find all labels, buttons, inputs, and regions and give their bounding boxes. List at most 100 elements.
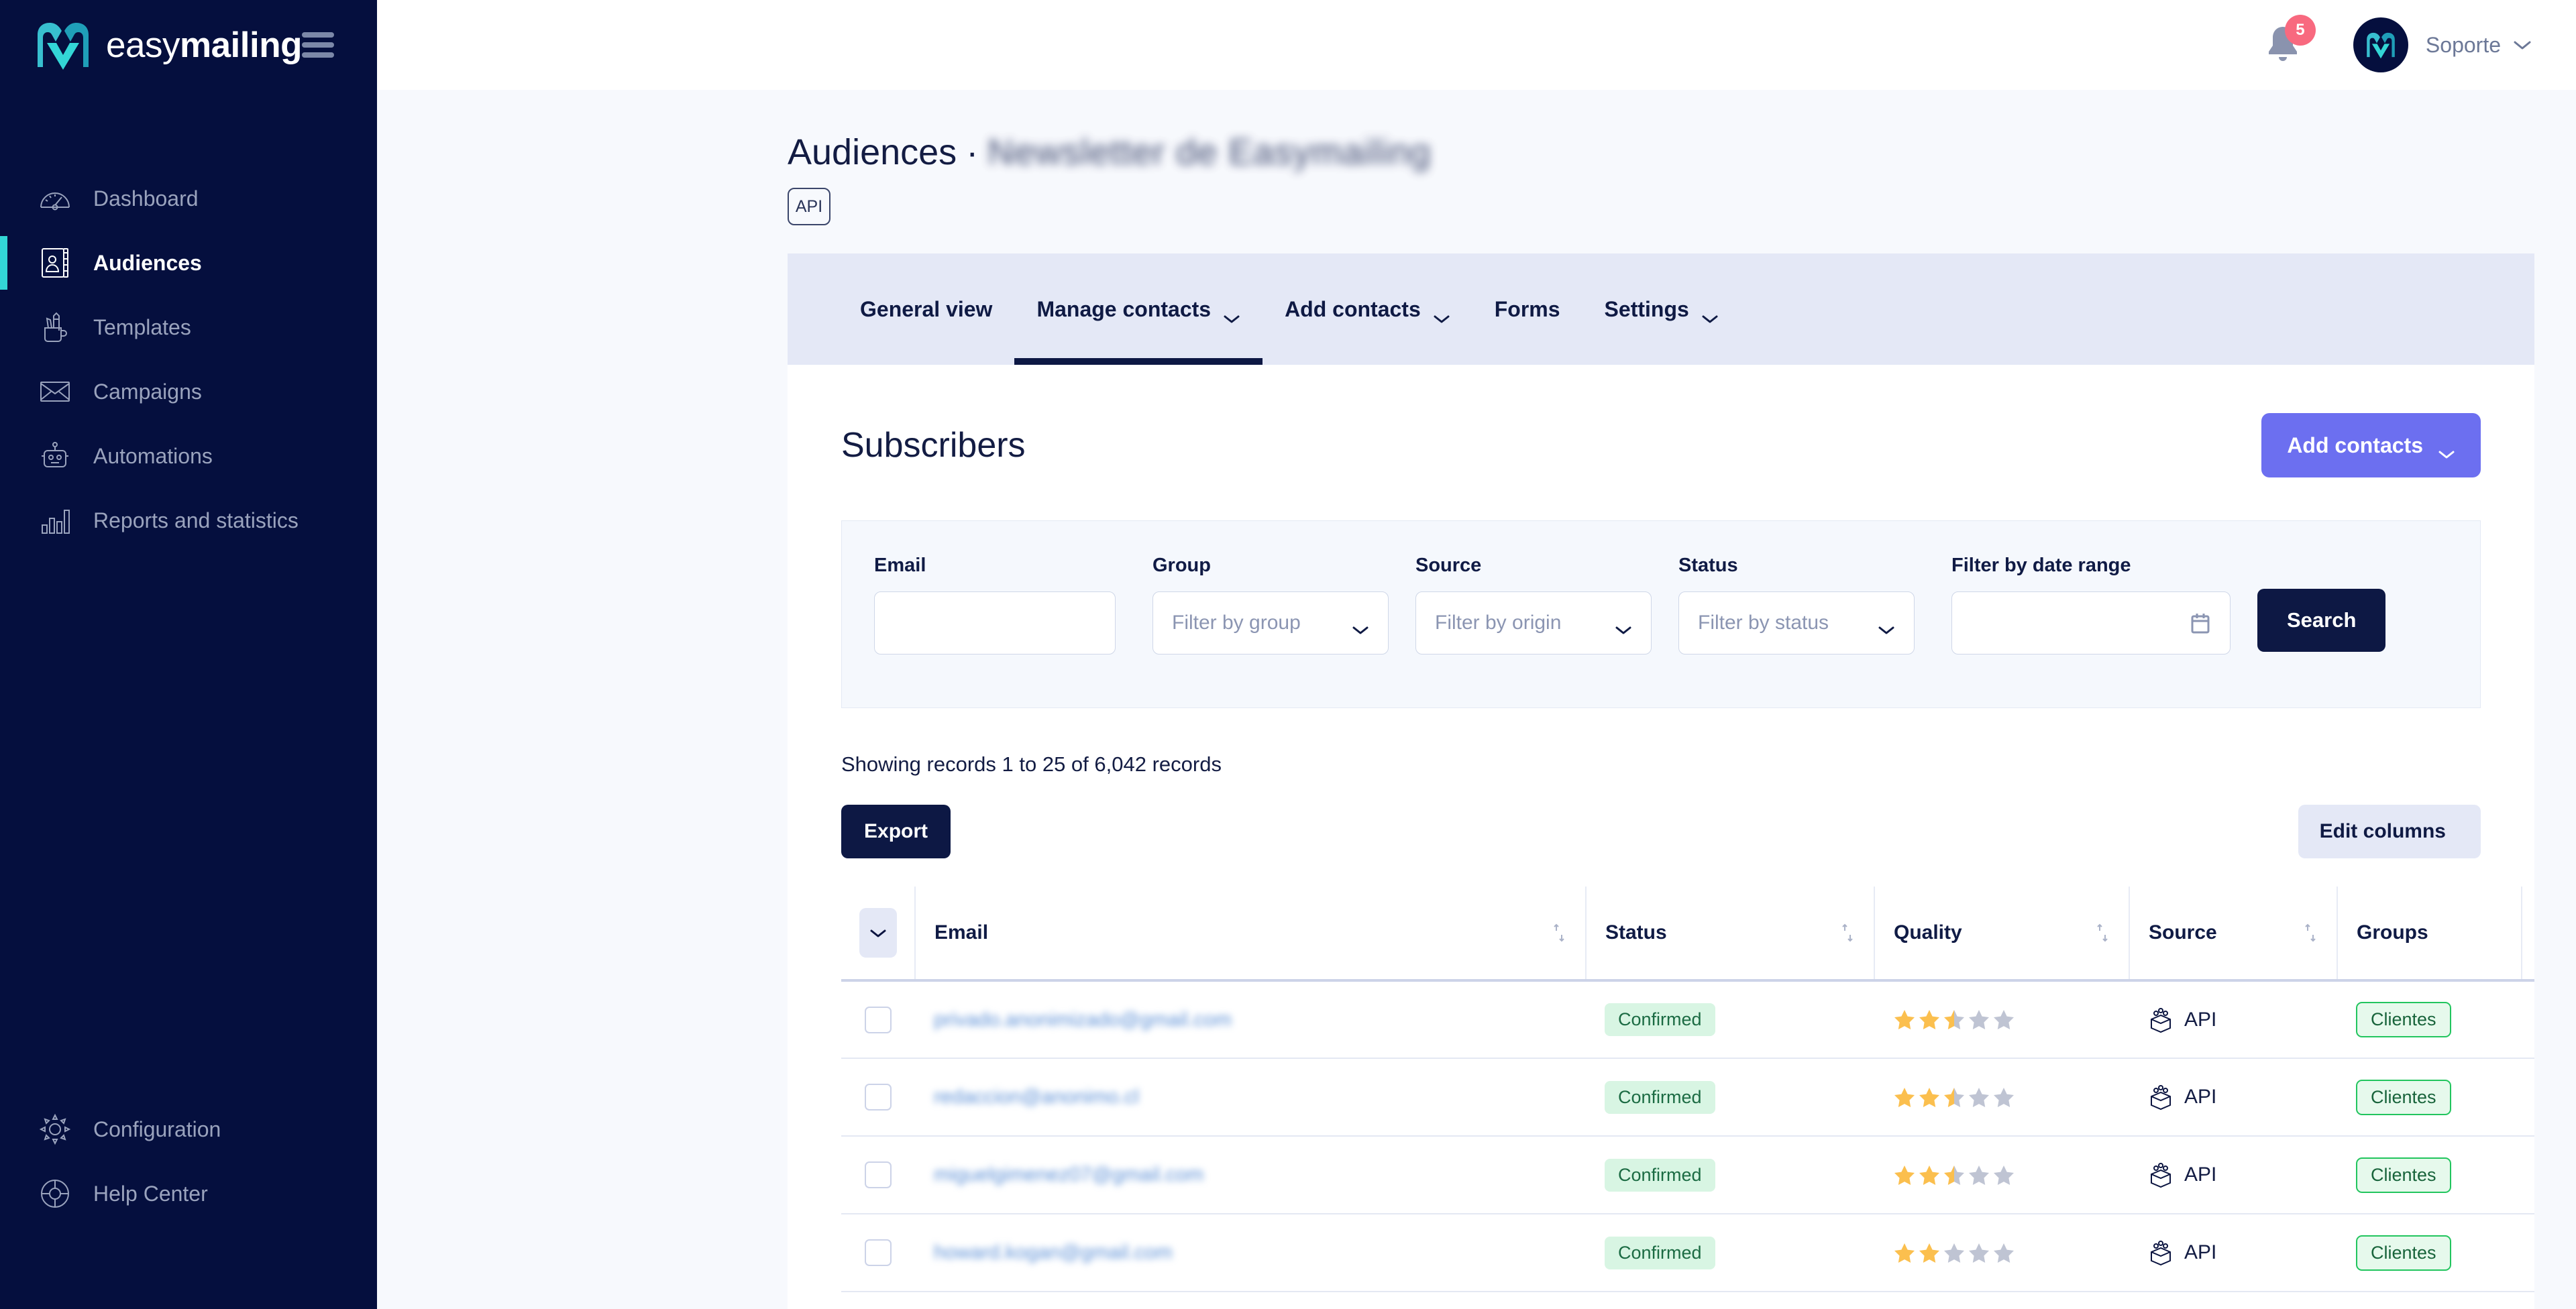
quality-rating [1893, 1164, 2015, 1186]
tab-settings[interactable]: Settings [1582, 253, 1741, 365]
edit-columns-button[interactable]: Edit columns [2298, 805, 2481, 858]
sort-icon [1552, 923, 1566, 943]
pencil-cup-icon [37, 309, 73, 345]
app-root: easymailing Dashboard Audiences Template… [0, 0, 2576, 1309]
sidebar-item-label: Templates [93, 315, 191, 339]
sidebar-item-campaigns[interactable]: Campaigns [0, 359, 377, 424]
sidebar-item-label: Configuration [93, 1117, 221, 1141]
row-checkbox[interactable] [865, 1006, 892, 1033]
sidebar-item-audiences[interactable]: Audiences [0, 231, 377, 295]
sidebar-item-help-center[interactable]: Help Center [0, 1161, 377, 1226]
package-icon [2148, 1239, 2174, 1266]
cell-created-date: Jan 22, 2023 [2522, 1214, 2534, 1292]
sidebar-item-automations[interactable]: Automations [0, 424, 377, 488]
quality-rating [1893, 1242, 2015, 1264]
status-badge: Confirmed [1605, 1158, 1715, 1192]
email-link[interactable]: miguelgimenez07@gmail.com [934, 1163, 1203, 1186]
quality-rating [1893, 1086, 2015, 1108]
export-button[interactable]: Export [841, 805, 951, 858]
brand-word-light: easy [106, 25, 180, 65]
sidebar-item-configuration[interactable]: Configuration [0, 1097, 377, 1161]
star-icon [1994, 1243, 2014, 1263]
table-row[interactable]: howard.kogan@gmail.com Confirmed API Cli… [841, 1214, 2534, 1292]
column-header-label: Source [2149, 921, 2217, 944]
email-input[interactable] [874, 591, 1116, 654]
cell-groups: Clientes [2337, 980, 2522, 1059]
column-header-email[interactable]: Email [915, 887, 1587, 982]
group-badge: Clientes [2356, 1157, 2451, 1193]
table-row[interactable]: ac.mido@mail.com Confirmed API Clientes … [841, 1292, 2534, 1309]
cell-email: miguelgimenez07@gmail.com [915, 1136, 1586, 1214]
chevron-down-icon[interactable] [2513, 40, 2532, 50]
select-all-dropdown[interactable] [859, 908, 897, 958]
email-link[interactable]: howard.kogan@gmail.com [934, 1241, 1173, 1264]
easymailing-m-logo-icon [35, 20, 91, 70]
package-icon [2148, 1084, 2174, 1111]
star-icon [1994, 1010, 2014, 1029]
filter-email: Email [874, 555, 1116, 654]
tab-label: Add contacts [1285, 296, 1421, 321]
source-select-value: Filter by origin [1435, 612, 1562, 634]
table-row[interactable]: privado.anonimizado@gmail.com Confirmed … [841, 980, 2534, 1059]
tab-forms[interactable]: Forms [1472, 253, 1582, 365]
column-header-select [841, 887, 916, 982]
group-badge: Clientes [2356, 1079, 2451, 1115]
group-select[interactable]: Filter by group [1152, 591, 1389, 654]
table-row[interactable]: redaccion@anonimo.cl Confirmed API Clien… [841, 1058, 2534, 1137]
add-contacts-button-label: Add contacts [2287, 433, 2423, 457]
cell-source: API [2129, 1214, 2337, 1292]
source-select[interactable]: Filter by origin [1415, 591, 1652, 654]
edit-columns-label: Edit columns [2319, 820, 2446, 842]
menu-toggle-icon[interactable] [302, 32, 334, 58]
add-contacts-button[interactable]: Add contacts [2261, 413, 2481, 477]
cell-select [841, 1292, 915, 1309]
page-section-title: Subscribers [841, 426, 1026, 465]
star-icon [1919, 1010, 1939, 1029]
row-checkbox[interactable] [865, 1239, 892, 1266]
status-badge: Confirmed [1605, 1080, 1715, 1114]
column-header-label: Groups [2357, 921, 2428, 944]
filter-group: Group Filter by group [1152, 555, 1389, 654]
tab-general-view[interactable]: General view [838, 253, 1014, 365]
sidebar-item-templates[interactable]: Templates [0, 295, 377, 359]
sidebar-item-label: Help Center [93, 1181, 208, 1206]
table-row[interactable]: miguelgimenez07@gmail.com Confirmed API … [841, 1136, 2534, 1214]
sidebar-item-label: Reports and statistics [93, 508, 299, 532]
row-checkbox[interactable] [865, 1084, 892, 1111]
search-button[interactable]: Search [2257, 589, 2386, 652]
tab-manage-contacts[interactable]: Manage contacts [1014, 253, 1263, 365]
star-icon [1969, 1087, 1989, 1107]
sidebar: easymailing Dashboard Audiences Template… [0, 0, 377, 1309]
cell-select [841, 1058, 915, 1137]
column-header-created-date[interactable]: Created date [2522, 887, 2534, 982]
email-link[interactable]: privado.anonimizado@gmail.com [934, 1009, 1232, 1031]
star-icon [1994, 1165, 2014, 1185]
column-header-source[interactable]: Source [2129, 887, 2338, 982]
column-header-status[interactable]: Status [1586, 887, 1875, 982]
column-header-groups: Groups [2337, 887, 2522, 982]
notifications-button[interactable]: 5 [2262, 15, 2316, 67]
avatar[interactable] [2353, 17, 2408, 72]
topbar: 5 Soporte [377, 0, 2576, 90]
status-select[interactable]: Filter by status [1678, 591, 1915, 654]
cell-email: redaccion@anonimo.cl [915, 1058, 1586, 1137]
sidebar-item-reports-and-statistics[interactable]: Reports and statistics [0, 488, 377, 553]
email-link[interactable]: redaccion@anonimo.cl [934, 1086, 1139, 1108]
date-range-input[interactable] [1951, 591, 2231, 654]
cell-select [841, 1136, 915, 1214]
contact-book-icon [37, 245, 73, 281]
sidebar-item-dashboard[interactable]: Dashboard [0, 166, 377, 231]
tab-add-contacts[interactable]: Add contacts [1263, 253, 1472, 365]
gauge-icon [37, 180, 73, 217]
records-summary: Showing records 1 to 25 of 6,042 records [841, 752, 1222, 776]
cell-select [841, 980, 915, 1059]
sidebar-item-label: Audiences [93, 250, 202, 275]
sidebar-item-label: Dashboard [93, 186, 199, 211]
tab-label: Manage contacts [1036, 296, 1212, 321]
chevron-down-icon [1433, 304, 1450, 323]
row-checkbox[interactable] [865, 1161, 892, 1188]
column-header-quality[interactable]: Quality [1874, 887, 2130, 982]
star-icon [1944, 1243, 1964, 1263]
cell-quality [1874, 1214, 2129, 1292]
tab-label: General view [860, 296, 993, 321]
